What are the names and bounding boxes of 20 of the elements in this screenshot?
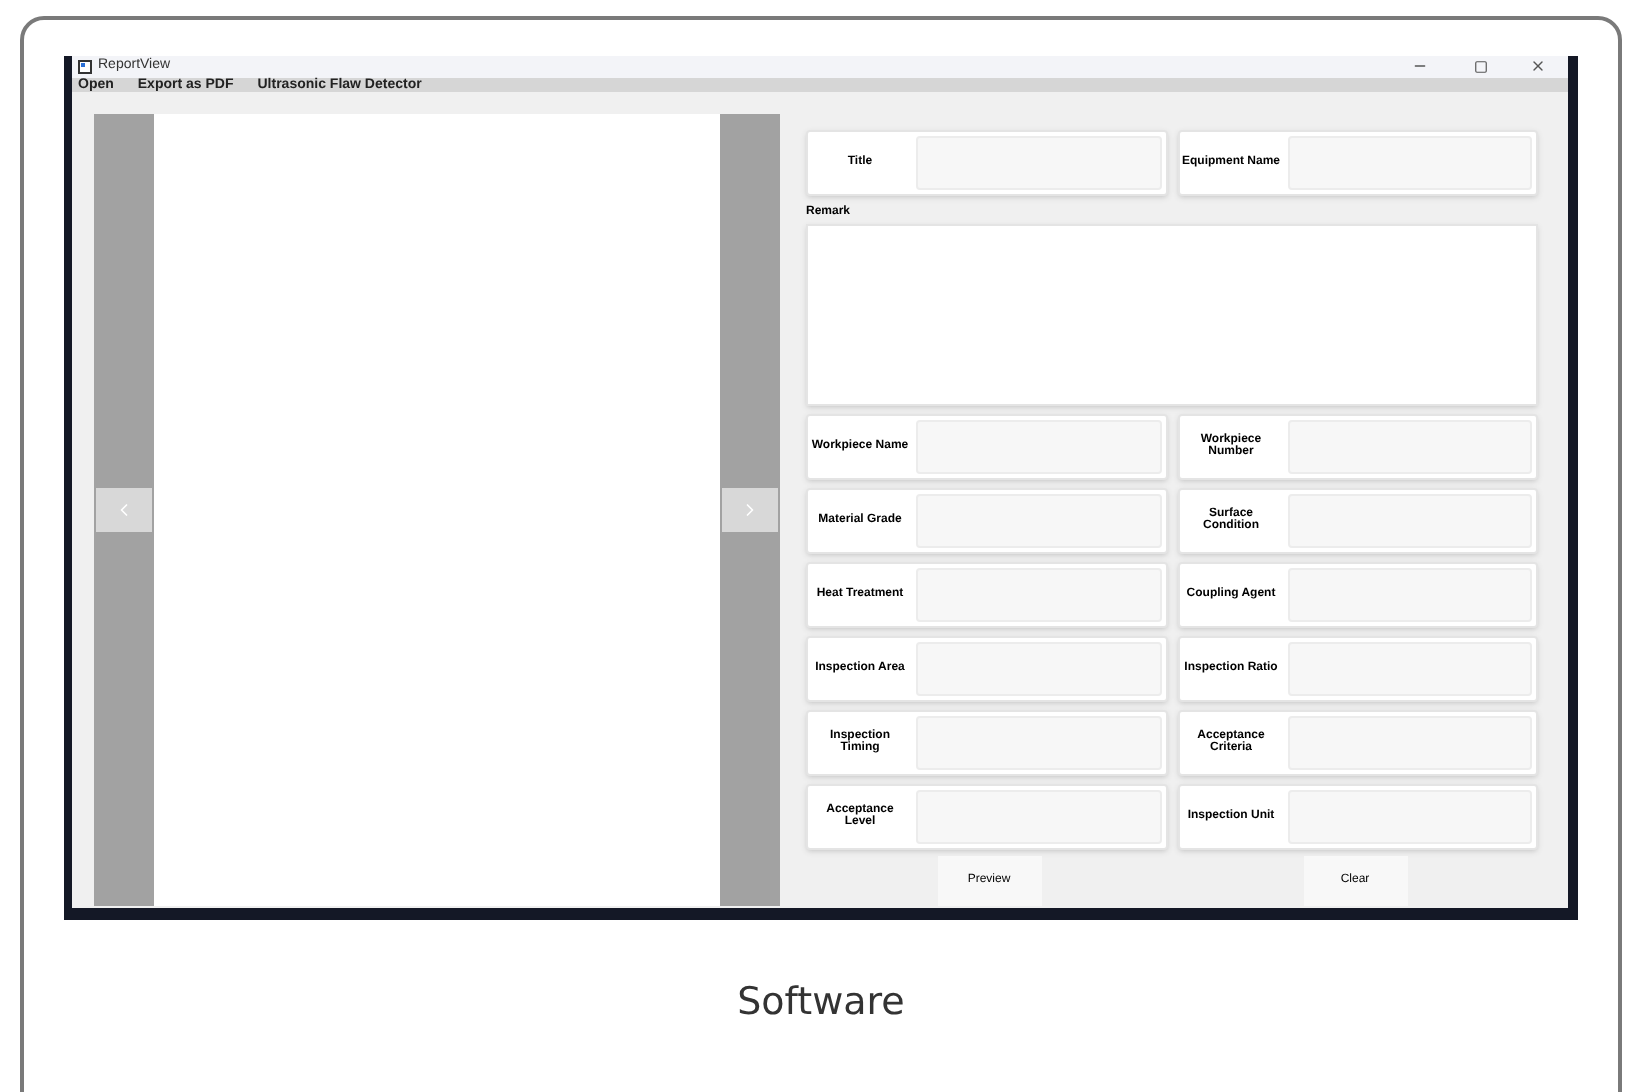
close-icon[interactable]: [1530, 58, 1546, 75]
input-field[interactable]: [916, 567, 1161, 621]
caption: Software: [737, 978, 905, 1028]
input-field[interactable]: [916, 419, 1161, 473]
input-field[interactable]: [1287, 641, 1532, 695]
input-field[interactable]: [916, 789, 1161, 843]
input-field[interactable]: [1287, 419, 1532, 473]
remark-field[interactable]: [806, 223, 1538, 405]
input-field[interactable]: [916, 715, 1161, 769]
input-field[interactable]: [1287, 789, 1532, 843]
input-field[interactable]: [1287, 493, 1532, 547]
input-field[interactable]: [916, 135, 1161, 189]
previous-page-button[interactable]: [96, 487, 152, 531]
next-page-button[interactable]: [722, 487, 778, 531]
input-field[interactable]: [916, 493, 1161, 547]
maximize-icon[interactable]: [1474, 59, 1488, 74]
input-field[interactable]: [916, 641, 1161, 695]
input-field[interactable]: [1287, 715, 1532, 769]
input-field[interactable]: [1287, 567, 1532, 621]
input-field[interactable]: [1287, 135, 1532, 189]
